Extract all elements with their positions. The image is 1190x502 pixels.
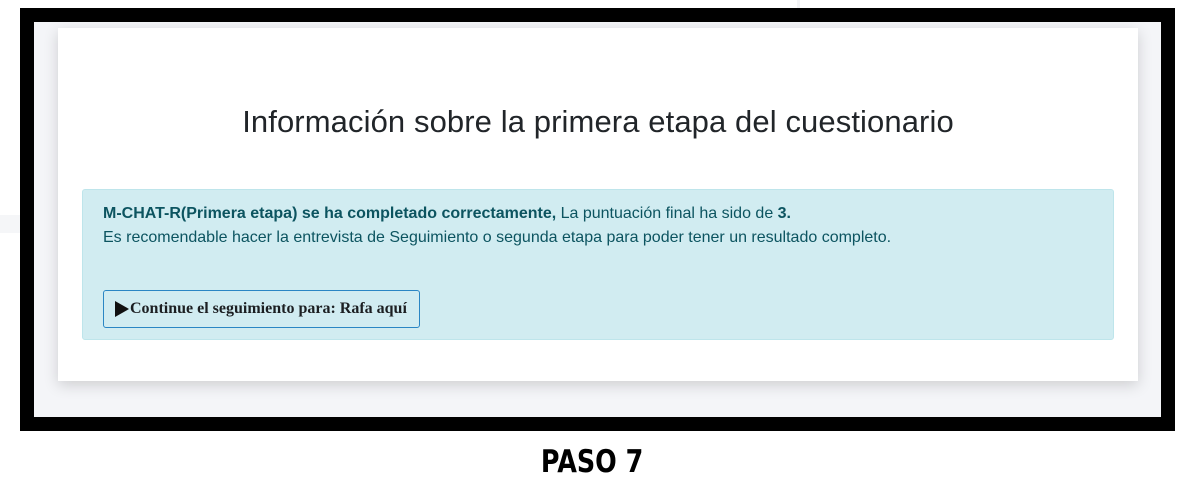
play-icon xyxy=(115,301,129,317)
result-summary: M-CHAT-R(Primera etapa) se ha completado… xyxy=(103,205,791,223)
info-alert: M-CHAT-R(Primera etapa) se ha completado… xyxy=(82,189,1114,340)
recommendation-text: Es recomendable hacer la entrevista de S… xyxy=(103,229,892,246)
score-text: La puntuación final ha sido de xyxy=(556,205,778,222)
continue-followup-button[interactable]: Continue el seguimiento para: Rafa aquí xyxy=(103,290,420,328)
page: Información sobre la primera etapa del c… xyxy=(0,0,1190,502)
step-caption: PASO 7 xyxy=(540,444,644,480)
completion-status: M-CHAT-R(Primera etapa) se ha completado… xyxy=(103,205,557,222)
result-card: Información sobre la primera etapa del c… xyxy=(58,28,1138,381)
page-title: Información sobre la primera etapa del c… xyxy=(242,104,954,139)
score-value: 3. xyxy=(777,205,791,222)
background-artifact xyxy=(797,0,800,8)
screenshot-frame: Información sobre la primera etapa del c… xyxy=(20,8,1175,431)
background-artifact xyxy=(0,215,20,233)
continue-followup-label: Continue el seguimiento para: Rafa aquí xyxy=(130,300,407,317)
